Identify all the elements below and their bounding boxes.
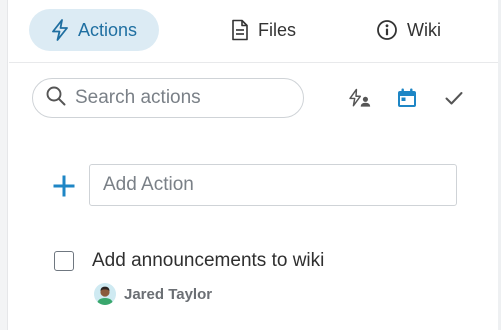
checkmark-icon[interactable] <box>442 86 466 110</box>
tab-actions[interactable]: Actions <box>29 9 160 51</box>
add-action-button[interactable] <box>52 174 76 198</box>
search-input[interactable] <box>75 87 285 109</box>
search-box <box>32 78 304 118</box>
assigned-to-me-icon[interactable] <box>347 86 371 110</box>
tab-actions-label: Actions <box>78 19 138 40</box>
add-action-input[interactable] <box>89 164 457 206</box>
left-divider <box>0 0 8 330</box>
tab-bar: Actions Files Wiki <box>9 0 498 63</box>
tab-files[interactable]: Files <box>231 9 296 51</box>
search-icon <box>45 85 67 112</box>
lightning-icon <box>51 19 69 41</box>
action-checkbox[interactable] <box>54 251 74 271</box>
calendar-icon[interactable] <box>395 86 419 110</box>
tab-wiki[interactable]: Wiki <box>376 9 441 51</box>
info-icon <box>376 19 398 41</box>
file-icon <box>231 19 249 41</box>
assignee-name: Jared Taylor <box>124 285 213 303</box>
action-assignee: Jared Taylor <box>94 283 212 305</box>
action-title[interactable]: Add announcements to wiki <box>92 250 324 272</box>
actions-panel: Actions Files Wiki Search actions Add Ac… <box>0 0 501 330</box>
tab-files-label: Files <box>258 19 297 40</box>
tab-wiki-label: Wiki <box>407 19 441 40</box>
avatar <box>94 283 116 305</box>
plus-icon <box>53 175 75 197</box>
